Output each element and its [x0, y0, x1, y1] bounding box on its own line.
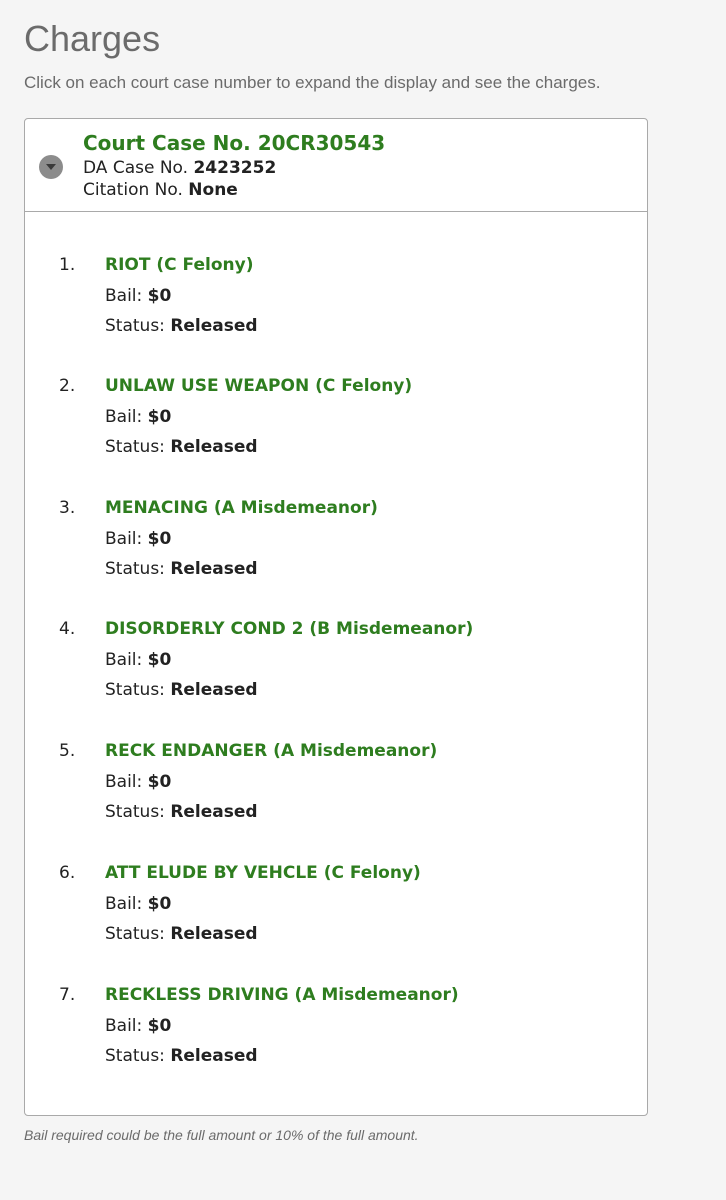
- charge-name: MENACING (A Misdemeanor): [105, 498, 378, 518]
- status-label: Status:: [105, 316, 165, 336]
- charge-bail: Bail: $0: [105, 772, 171, 792]
- bail-value: $0: [147, 286, 172, 306]
- bail-value: $0: [147, 772, 172, 792]
- bail-label: Bail:: [105, 407, 143, 427]
- charge-number: 5.: [59, 741, 76, 761]
- status-label: Status:: [105, 559, 165, 579]
- charge-name: DISORDERLY COND 2 (B Misdemeanor): [105, 619, 474, 639]
- bail-value: $0: [147, 894, 172, 914]
- charge-status: Status: Released: [105, 924, 258, 944]
- charge-name: UNLAW USE WEAPON (C Felony): [105, 376, 413, 396]
- charge-item: 6. ATT ELUDE BY VEHCLE (C Felony) Bail: …: [25, 863, 625, 963]
- court-case-panel: Court Case No. 20CR30543 DA Case No. 242…: [24, 118, 648, 1116]
- charge-bail: Bail: $0: [105, 529, 171, 549]
- status-label: Status:: [105, 437, 165, 457]
- charge-number: 7.: [59, 985, 76, 1005]
- charge-name: RIOT (C Felony): [105, 255, 254, 275]
- status-value: Released: [170, 802, 258, 822]
- bail-label: Bail:: [105, 894, 143, 914]
- citation-label: Citation No.: [83, 180, 183, 200]
- charge-bail: Bail: $0: [105, 650, 171, 670]
- charge-item: 3. MENACING (A Misdemeanor) Bail: $0 Sta…: [25, 498, 625, 598]
- bail-label: Bail:: [105, 529, 143, 549]
- citation-value: None: [188, 180, 238, 200]
- charge-item: 4. DISORDERLY COND 2 (B Misdemeanor) Bai…: [25, 619, 625, 719]
- bail-value: $0: [147, 650, 172, 670]
- bail-label: Bail:: [105, 650, 143, 670]
- da-case-label: DA Case No.: [83, 158, 189, 178]
- charge-item: 7. RECKLESS DRIVING (A Misdemeanor) Bail…: [25, 985, 625, 1085]
- status-label: Status:: [105, 680, 165, 700]
- da-case-line: DA Case No. 2423252: [83, 158, 276, 178]
- charge-bail: Bail: $0: [105, 407, 171, 427]
- charge-bail: Bail: $0: [105, 286, 171, 306]
- charge-bail: Bail: $0: [105, 894, 171, 914]
- charge-status: Status: Released: [105, 559, 258, 579]
- charge-bail: Bail: $0: [105, 1016, 171, 1036]
- charge-status: Status: Released: [105, 680, 258, 700]
- chevron-down-icon-glyph: [46, 164, 56, 170]
- status-label: Status:: [105, 802, 165, 822]
- status-value: Released: [170, 1046, 258, 1066]
- status-value: Released: [170, 924, 258, 944]
- status-value: Released: [170, 680, 258, 700]
- court-case-number-link[interactable]: Court Case No. 20CR30543: [83, 131, 385, 155]
- charge-status: Status: Released: [105, 316, 258, 336]
- status-value: Released: [170, 559, 258, 579]
- bail-value: $0: [147, 407, 172, 427]
- charge-status: Status: Released: [105, 802, 258, 822]
- charge-number: 2.: [59, 376, 76, 396]
- page-title: Charges: [24, 18, 161, 59]
- charge-name: ATT ELUDE BY VEHCLE (C Felony): [105, 863, 421, 883]
- bail-value: $0: [147, 1016, 172, 1036]
- status-value: Released: [170, 437, 258, 457]
- instructions-text: Click on each court case number to expan…: [24, 73, 601, 92]
- status-label: Status:: [105, 924, 165, 944]
- charge-status: Status: Released: [105, 437, 258, 457]
- charge-number: 1.: [59, 255, 76, 275]
- court-case-header[interactable]: Court Case No. 20CR30543 DA Case No. 242…: [25, 119, 647, 212]
- bail-label: Bail:: [105, 1016, 143, 1036]
- charge-number: 4.: [59, 619, 76, 639]
- bail-label: Bail:: [105, 772, 143, 792]
- bail-footnote: Bail required could be the full amount o…: [24, 1127, 419, 1143]
- chevron-down-icon[interactable]: [39, 155, 63, 179]
- charge-name: RECK ENDANGER (A Misdemeanor): [105, 741, 438, 761]
- citation-line: Citation No. None: [83, 180, 238, 200]
- charge-number: 6.: [59, 863, 76, 883]
- charge-item: 2. UNLAW USE WEAPON (C Felony) Bail: $0 …: [25, 376, 625, 476]
- charge-number: 3.: [59, 498, 76, 518]
- charge-item: 5. RECK ENDANGER (A Misdemeanor) Bail: $…: [25, 741, 625, 841]
- charge-name: RECKLESS DRIVING (A Misdemeanor): [105, 985, 459, 1005]
- charge-item: 1. RIOT (C Felony) Bail: $0 Status: Rele…: [25, 255, 625, 355]
- status-label: Status:: [105, 1046, 165, 1066]
- charge-status: Status: Released: [105, 1046, 258, 1066]
- bail-label: Bail:: [105, 286, 143, 306]
- bail-value: $0: [147, 529, 172, 549]
- da-case-value: 2423252: [193, 158, 277, 178]
- status-value: Released: [170, 316, 258, 336]
